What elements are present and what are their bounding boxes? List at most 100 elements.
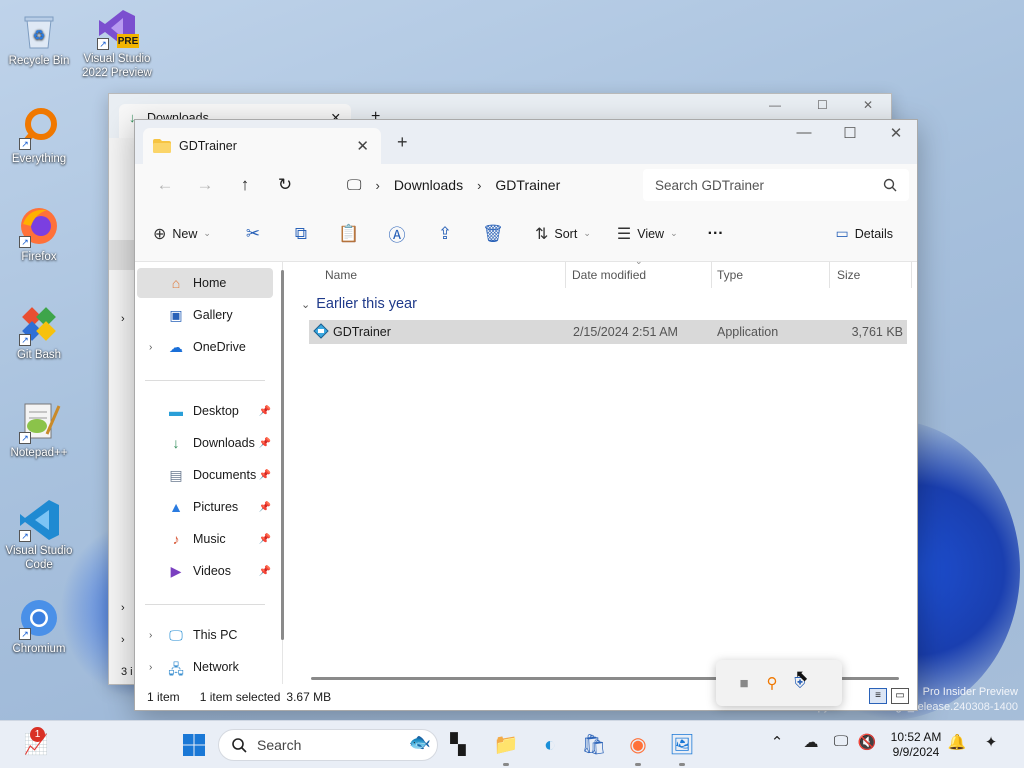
cut-icon[interactable]: ✂ [229, 224, 277, 244]
pin-icon[interactable]: 📌 [259, 534, 271, 545]
start-button[interactable] [176, 729, 212, 761]
background-close-icon[interactable]: ✕ [863, 98, 873, 112]
store-icon[interactable]: 🛍 [576, 729, 612, 761]
running-indicator [503, 763, 509, 766]
column-separator[interactable] [711, 262, 712, 288]
column-separator[interactable] [911, 262, 912, 288]
new-button[interactable]: ⊕ New ⌄ [153, 224, 211, 244]
sort-button[interactable]: ⇅ Sort ⌄ [535, 224, 591, 244]
copilot-icon[interactable]: ✦ [978, 733, 1004, 751]
desktop-icon-visual-studio[interactable]: PRE ↗ Visual Studio 2022 Preview [78, 6, 156, 80]
details-button[interactable]: ▭ Details [836, 225, 893, 242]
collapse-chevron-icon[interactable]: ⌄ [301, 298, 310, 311]
background-minimize-icon[interactable]: — [769, 98, 781, 112]
nav-label: Music [193, 532, 226, 546]
group-header[interactable]: ⌄ Earlier this year [301, 296, 417, 312]
rename-icon[interactable]: Ⓐ [373, 221, 421, 246]
videos-folder-icon: ▶ [170, 563, 182, 579]
desktop-icon-label: Recycle Bin [8, 55, 70, 67]
search-input[interactable]: Search GDTrainer [643, 169, 909, 201]
desktop-icon-everything[interactable]: ↗ Everything [0, 106, 78, 166]
clock[interactable]: 10:52 AM 9/9/2024 [878, 730, 954, 760]
expand-chevron-icon[interactable]: › [149, 630, 152, 641]
desktop-icon-git-bash[interactable]: ↗ Git Bash [0, 302, 78, 362]
nav-item-pictures[interactable]: ▲ Pictures 📌 [137, 492, 273, 522]
navpane-scrollbar[interactable] [281, 270, 284, 640]
pin-icon[interactable]: 📌 [259, 470, 271, 481]
desktop-icon-recycle-bin[interactable]: ♻ Recycle Bin [0, 8, 78, 68]
minimize-icon[interactable]: — [781, 124, 827, 141]
nav-item-downloads[interactable]: ↓ Downloads 📌 [137, 428, 273, 458]
nav-item-music[interactable]: ♪ Music 📌 [137, 524, 273, 554]
paste-icon[interactable]: 📋 [325, 224, 373, 244]
details-view-icon[interactable]: ≡ [869, 688, 887, 704]
pin-icon[interactable]: 📌 [259, 502, 271, 513]
onedrive-offline-icon[interactable]: ☁ [798, 733, 824, 751]
expand-chevron-icon[interactable]: › [149, 342, 152, 353]
breadcrumb-separator-icon[interactable]: › [477, 178, 481, 193]
file-explorer-icon[interactable]: 📁 [488, 729, 524, 761]
shortcut-arrow-icon: ↗ [97, 38, 109, 50]
column-header-type[interactable]: Type [717, 262, 743, 288]
forward-button[interactable]: → [185, 175, 225, 195]
edge-icon[interactable]: ◐ [532, 729, 568, 761]
more-options-button[interactable]: ··· [708, 225, 724, 243]
breadcrumb-separator-icon[interactable]: › [375, 178, 379, 193]
desktop-icon-chromium[interactable]: ↗ Chromium [0, 596, 78, 656]
desktop-icon-firefox[interactable]: ↗ Firefox [0, 204, 78, 264]
breadcrumb-downloads[interactable]: Downloads [394, 177, 463, 193]
share-icon[interactable]: ⇪ [421, 224, 469, 244]
nav-item-home[interactable]: ⌂ Home [137, 268, 273, 298]
column-header-name[interactable]: Name [325, 262, 357, 288]
nav-item-network[interactable]: › 🖧 Network [137, 652, 273, 682]
taskbar-search-box[interactable]: Search 🐟 [218, 729, 438, 761]
task-view-icon[interactable]: ▚ [440, 729, 476, 761]
tab-close-icon[interactable]: ✕ [356, 137, 369, 155]
nav-item-videos[interactable]: ▶ Videos 📌 [137, 556, 273, 586]
tray-app-icon[interactable]: ■ [730, 675, 758, 692]
back-button[interactable]: ← [145, 175, 185, 195]
photos-icon[interactable]: 🖼 [664, 729, 700, 761]
close-icon[interactable]: ✕ [873, 124, 919, 142]
nav-item-documents[interactable]: ▤ Documents 📌 [137, 460, 273, 490]
desktop-icon-notepad-plus-plus[interactable]: ↗ Notepad++ [0, 400, 78, 460]
background-maximize-icon[interactable]: ☐ [817, 98, 828, 112]
maximize-icon[interactable]: ☐ [827, 124, 873, 142]
nav-item-this-pc[interactable]: › 🖵 This PC [137, 620, 273, 650]
view-toggles: ≡ ▭ [865, 688, 909, 704]
delete-icon[interactable]: 🗑 [469, 224, 517, 244]
status-item-count: 1 item [147, 690, 180, 704]
tab-gdtrainer[interactable]: GDTrainer ✕ [143, 128, 381, 164]
pin-icon[interactable]: 📌 [259, 566, 271, 577]
copy-icon[interactable]: ⧉ [277, 224, 325, 244]
search-placeholder: Search GDTrainer [655, 177, 765, 193]
network-status-icon[interactable]: 🖵 [828, 733, 854, 750]
column-separator[interactable] [565, 262, 566, 288]
explorer-window[interactable]: GDTrainer ✕ + — ☐ ✕ ← → ↑ ↻ 🖵 › Download… [134, 119, 918, 711]
new-tab-icon[interactable]: + [397, 132, 408, 153]
pin-icon[interactable]: 📌 [259, 406, 271, 417]
pin-icon[interactable]: 📌 [259, 438, 271, 449]
tray-chevron-icon[interactable]: ⌃ [764, 733, 790, 751]
breadcrumb-gdtrainer[interactable]: GDTrainer [495, 177, 560, 193]
background-expand-icon[interactable]: › [121, 313, 125, 325]
view-button[interactable]: ☰ View ⌄ [617, 224, 678, 244]
nav-item-onedrive[interactable]: › ☁ OneDrive [137, 332, 273, 362]
desktop-icon-vscode[interactable]: ↗ Visual Studio Code [0, 498, 78, 572]
background-expand-icon[interactable]: › [121, 602, 125, 614]
firefox-taskbar-icon[interactable]: ◉ [620, 729, 656, 761]
tiles-view-icon[interactable]: ▭ [891, 688, 909, 704]
up-button[interactable]: ↑ [225, 175, 265, 195]
monitor-icon[interactable]: 🖵 [347, 177, 361, 194]
everything-tray-icon[interactable]: ⚲ [758, 674, 786, 692]
refresh-button[interactable]: ↻ [265, 175, 305, 195]
expand-chevron-icon[interactable]: › [149, 662, 152, 673]
volume-muted-icon[interactable]: 🔇 [854, 733, 880, 751]
column-header-size[interactable]: Size [837, 262, 860, 288]
notification-bell-icon[interactable]: 🔔 [944, 733, 970, 751]
background-expand-icon[interactable]: › [121, 634, 125, 646]
column-separator[interactable] [829, 262, 830, 288]
nav-item-gallery[interactable]: ▣ Gallery [137, 300, 273, 330]
file-row[interactable]: GDTrainer 2/15/2024 2:51 AM Application … [309, 320, 907, 344]
nav-item-desktop[interactable]: ▬ Desktop 📌 [137, 396, 273, 426]
